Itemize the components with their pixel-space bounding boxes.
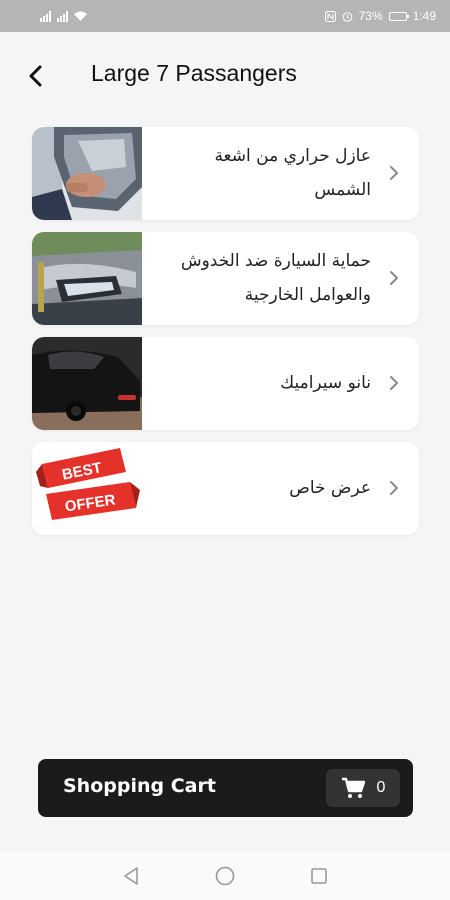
shopping-cart-icon [341, 777, 365, 798]
list-item-label: حماية السيارة ضد الخدوش والعوامل الخارجي… [180, 251, 371, 305]
cart-count: 0 [376, 779, 386, 796]
nav-home-button[interactable] [214, 865, 236, 887]
back-button[interactable] [22, 62, 50, 90]
car-headlight-image [32, 232, 142, 325]
status-bar: 73% 1:49 [0, 0, 450, 32]
status-left [40, 10, 87, 22]
black-car-image [32, 337, 142, 430]
app-header: Large 7 Passangers [0, 32, 450, 120]
list-item-paint-protection[interactable]: حماية السيارة ضد الخدوش والعوامل الخارجي… [32, 232, 419, 325]
status-right: 73% 1:49 [324, 9, 436, 23]
chevron-right-icon [390, 376, 398, 390]
battery-icon [388, 11, 409, 21]
chevron-right-icon [390, 166, 398, 180]
list-item-label: عازل حراري من اشعة الشمس [214, 146, 371, 200]
nav-recents-button[interactable] [308, 865, 330, 887]
alarm-icon [342, 11, 352, 22]
list-item-window-tint[interactable]: عازل حراري من اشعة الشمس [32, 127, 419, 220]
page-title: Large 7 Passangers [91, 60, 297, 86]
list-item-nano-ceramic[interactable]: نانو سيراميك [32, 337, 419, 430]
wifi-icon [74, 11, 87, 21]
service-list: عازل حراري من اشعة الشمس حماية السيارة ض… [32, 127, 419, 547]
window-tint-image [32, 127, 142, 220]
list-item-label: عرض خاص [289, 478, 371, 498]
shopping-cart-button[interactable]: Shopping Cart 0 [38, 759, 413, 817]
battery-percent: 73% [358, 9, 383, 23]
cart-count-pill: 0 [326, 769, 400, 807]
system-nav-bar [0, 852, 450, 900]
triangle-back-icon [124, 867, 138, 885]
square-recents-icon [311, 868, 327, 884]
chevron-right-icon [390, 271, 398, 285]
nav-back-button[interactable] [120, 865, 142, 887]
status-time: 1:49 [412, 9, 436, 23]
list-item-special-offer[interactable]: BEST OFFER عرض خاص [32, 442, 419, 535]
signal-icon-2 [57, 10, 68, 22]
nfc-icon [324, 10, 336, 22]
best-offer-image: BEST OFFER [32, 442, 142, 535]
signal-icon [40, 10, 51, 22]
circle-home-icon [215, 866, 235, 886]
list-item-label: نانو سيراميك [280, 373, 371, 393]
chevron-right-icon [390, 481, 398, 495]
arrow-left-icon [29, 65, 42, 87]
shopping-cart-label: Shopping Cart [63, 775, 216, 797]
